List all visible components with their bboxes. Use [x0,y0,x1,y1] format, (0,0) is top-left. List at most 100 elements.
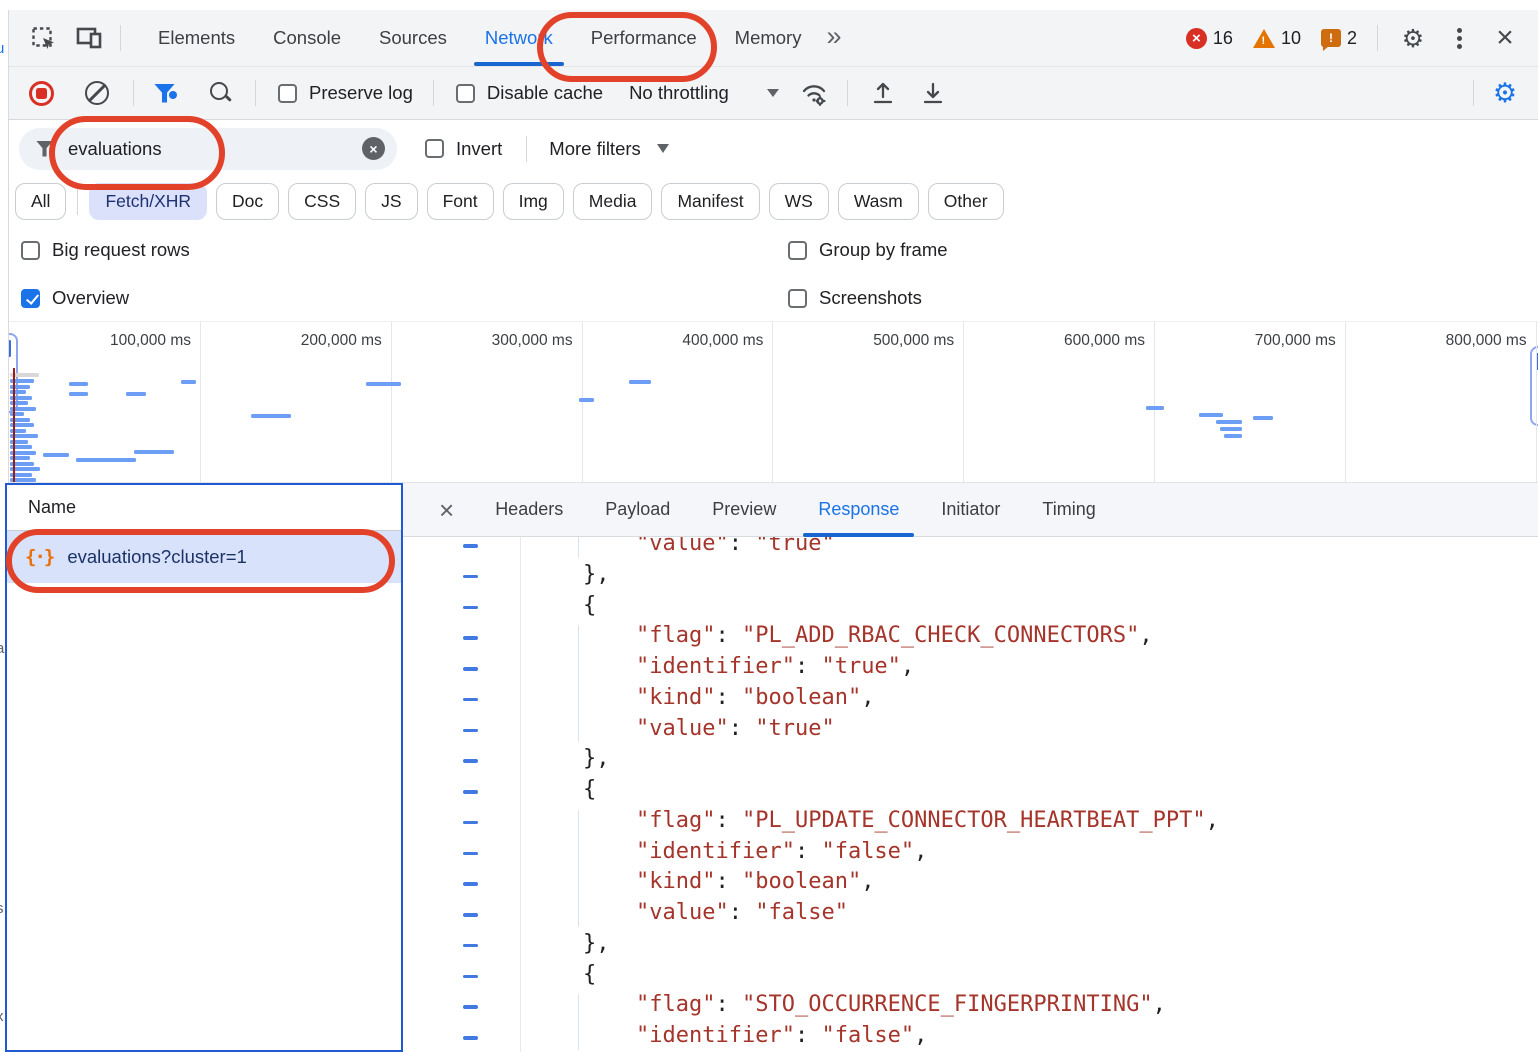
detail-tab-response[interactable]: Response [797,483,920,536]
code-fold-marker-icon[interactable] [463,636,478,640]
json-punctuation-token: , [861,869,874,894]
issues-badge[interactable]: ! 2 [1321,28,1357,49]
filter-input[interactable] [68,138,308,160]
filter-toggle-icon[interactable] [154,84,183,103]
chip-fetch-xhr[interactable]: Fetch/XHR [89,183,207,220]
more-tabs-chevron[interactable]: » [820,21,847,52]
main-tab-elements[interactable]: Elements [139,10,254,66]
code-fold-marker-icon[interactable] [463,667,478,671]
chip-other[interactable]: Other [928,183,1004,220]
overview-load-event-line [13,368,15,482]
code-fold-marker-icon[interactable] [463,944,478,948]
overview-checkbox[interactable] [21,289,40,308]
request-row[interactable]: {·}evaluations?cluster=1 [7,531,401,583]
detail-tab-preview[interactable]: Preview [691,483,797,536]
detail-tab-payload[interactable]: Payload [584,483,691,536]
code-fold-marker-icon[interactable] [463,544,478,548]
network-settings-gear-icon[interactable]: ⚙ [1488,76,1522,110]
throttling-select[interactable]: No throttling [629,82,729,104]
clear-network-log-icon[interactable] [85,81,109,105]
chip-wasm[interactable]: Wasm [838,183,919,220]
json-string-token: "STO_OCCURRENCE_FINGERPRINTING" [742,992,1153,1017]
code-fold-marker-icon[interactable] [463,606,478,610]
inspect-element-icon[interactable] [26,21,60,55]
chip-all[interactable]: All [15,183,66,220]
detail-tab-timing[interactable]: Timing [1021,483,1116,536]
warning-badge[interactable]: ! 10 [1253,28,1301,49]
divider [1377,25,1378,51]
divider [526,136,527,162]
code-fold-marker-icon[interactable] [463,1005,478,1009]
request-type-chips: All Fetch/XHRDocCSSJS FontImgMediaManifes… [9,177,1538,225]
clear-filter-icon[interactable]: × [362,137,385,160]
kebab-menu-icon[interactable] [1442,21,1476,55]
export-har-icon[interactable] [916,76,950,110]
overview-tick-label: 200,000 ms [301,332,382,350]
json-string-token: "true" [821,654,900,679]
main-tab-memory[interactable]: Memory [716,10,821,66]
error-badge[interactable]: × 16 [1186,28,1233,49]
overview-request-bar [1216,420,1242,424]
code-fold-marker-icon[interactable] [463,1036,478,1040]
code-fold-marker-icon[interactable] [463,698,478,702]
code-fold-marker-icon[interactable] [463,852,478,856]
overview-gridline [772,322,773,482]
json-punctuation-token: , [914,839,927,864]
code-fold-marker-icon[interactable] [463,821,478,825]
chip-ws[interactable]: WS [769,183,829,220]
main-tab-sources[interactable]: Sources [360,10,466,66]
chip-doc[interactable]: Doc [216,183,279,220]
network-conditions-icon[interactable] [797,76,831,110]
code-fold-marker-icon[interactable] [463,975,478,979]
main-tab-network[interactable]: Network [466,10,572,66]
big-request-rows-label: Big request rows [52,239,190,261]
code-fold-marker-icon[interactable] [463,575,478,579]
more-filters-button[interactable]: More filters [549,138,641,160]
close-devtools-icon[interactable]: × [1488,21,1522,55]
group-by-frame-checkbox[interactable] [788,241,807,260]
settings-gear-icon[interactable]: ⚙ [1396,21,1430,55]
chip-font[interactable]: Font [427,183,494,220]
json-string-token: "boolean" [742,869,861,894]
device-toolbar-icon[interactable] [72,21,106,55]
code-fold-marker-icon[interactable] [463,882,478,886]
detail-tab-headers[interactable]: Headers [474,483,584,536]
response-code-line: "kind": "boolean", [403,868,1538,899]
throttling-caret-icon[interactable] [767,89,779,97]
invert-checkbox[interactable] [425,139,444,158]
disable-cache-checkbox[interactable] [456,84,475,103]
devtools-window: u l a s x ElementsConsoleSourcesNetworkP… [0,0,1538,1052]
preserve-log-checkbox[interactable] [278,84,297,103]
detail-tab-initiator[interactable]: Initiator [920,483,1021,536]
overview-right-grip[interactable] [1530,346,1538,426]
big-request-rows-checkbox[interactable] [21,241,40,260]
chip-js[interactable]: JS [365,183,417,220]
code-fold-marker-icon[interactable] [463,913,478,917]
json-string-token: "PL_ADD_RBAC_CHECK_CONNECTORS" [742,623,1139,648]
code-fold-marker-icon[interactable] [463,729,478,733]
close-detail-icon[interactable]: × [439,497,454,523]
divider [255,80,256,106]
overview-timeline[interactable]: 100,000 ms200,000 ms300,000 ms400,000 ms… [9,321,1538,483]
response-code-line: "value": "true" [403,537,1538,561]
chip-css[interactable]: CSS [288,183,356,220]
code-fold-marker-icon[interactable] [463,759,478,763]
chip-img[interactable]: Img [503,183,564,220]
chip-manifest[interactable]: Manifest [661,183,759,220]
json-string-token: "value" [636,716,729,741]
chip-media[interactable]: Media [573,183,653,220]
screenshots-checkbox[interactable] [788,289,807,308]
main-tab-performance[interactable]: Performance [572,10,716,66]
overview-gridline [582,322,583,482]
overview-request-bar [629,380,651,384]
search-icon[interactable] [209,81,233,105]
import-har-icon[interactable] [866,76,900,110]
main-tab-console[interactable]: Console [254,10,360,66]
more-filters-caret-icon[interactable] [657,144,669,153]
issues-icon: ! [1321,29,1341,47]
record-network-log-icon[interactable] [29,81,54,106]
json-punctuation-token: : [795,839,822,864]
code-fold-marker-icon[interactable] [463,790,478,794]
group-by-frame-label: Group by frame [819,239,948,261]
name-column-header[interactable]: Name [7,485,401,531]
